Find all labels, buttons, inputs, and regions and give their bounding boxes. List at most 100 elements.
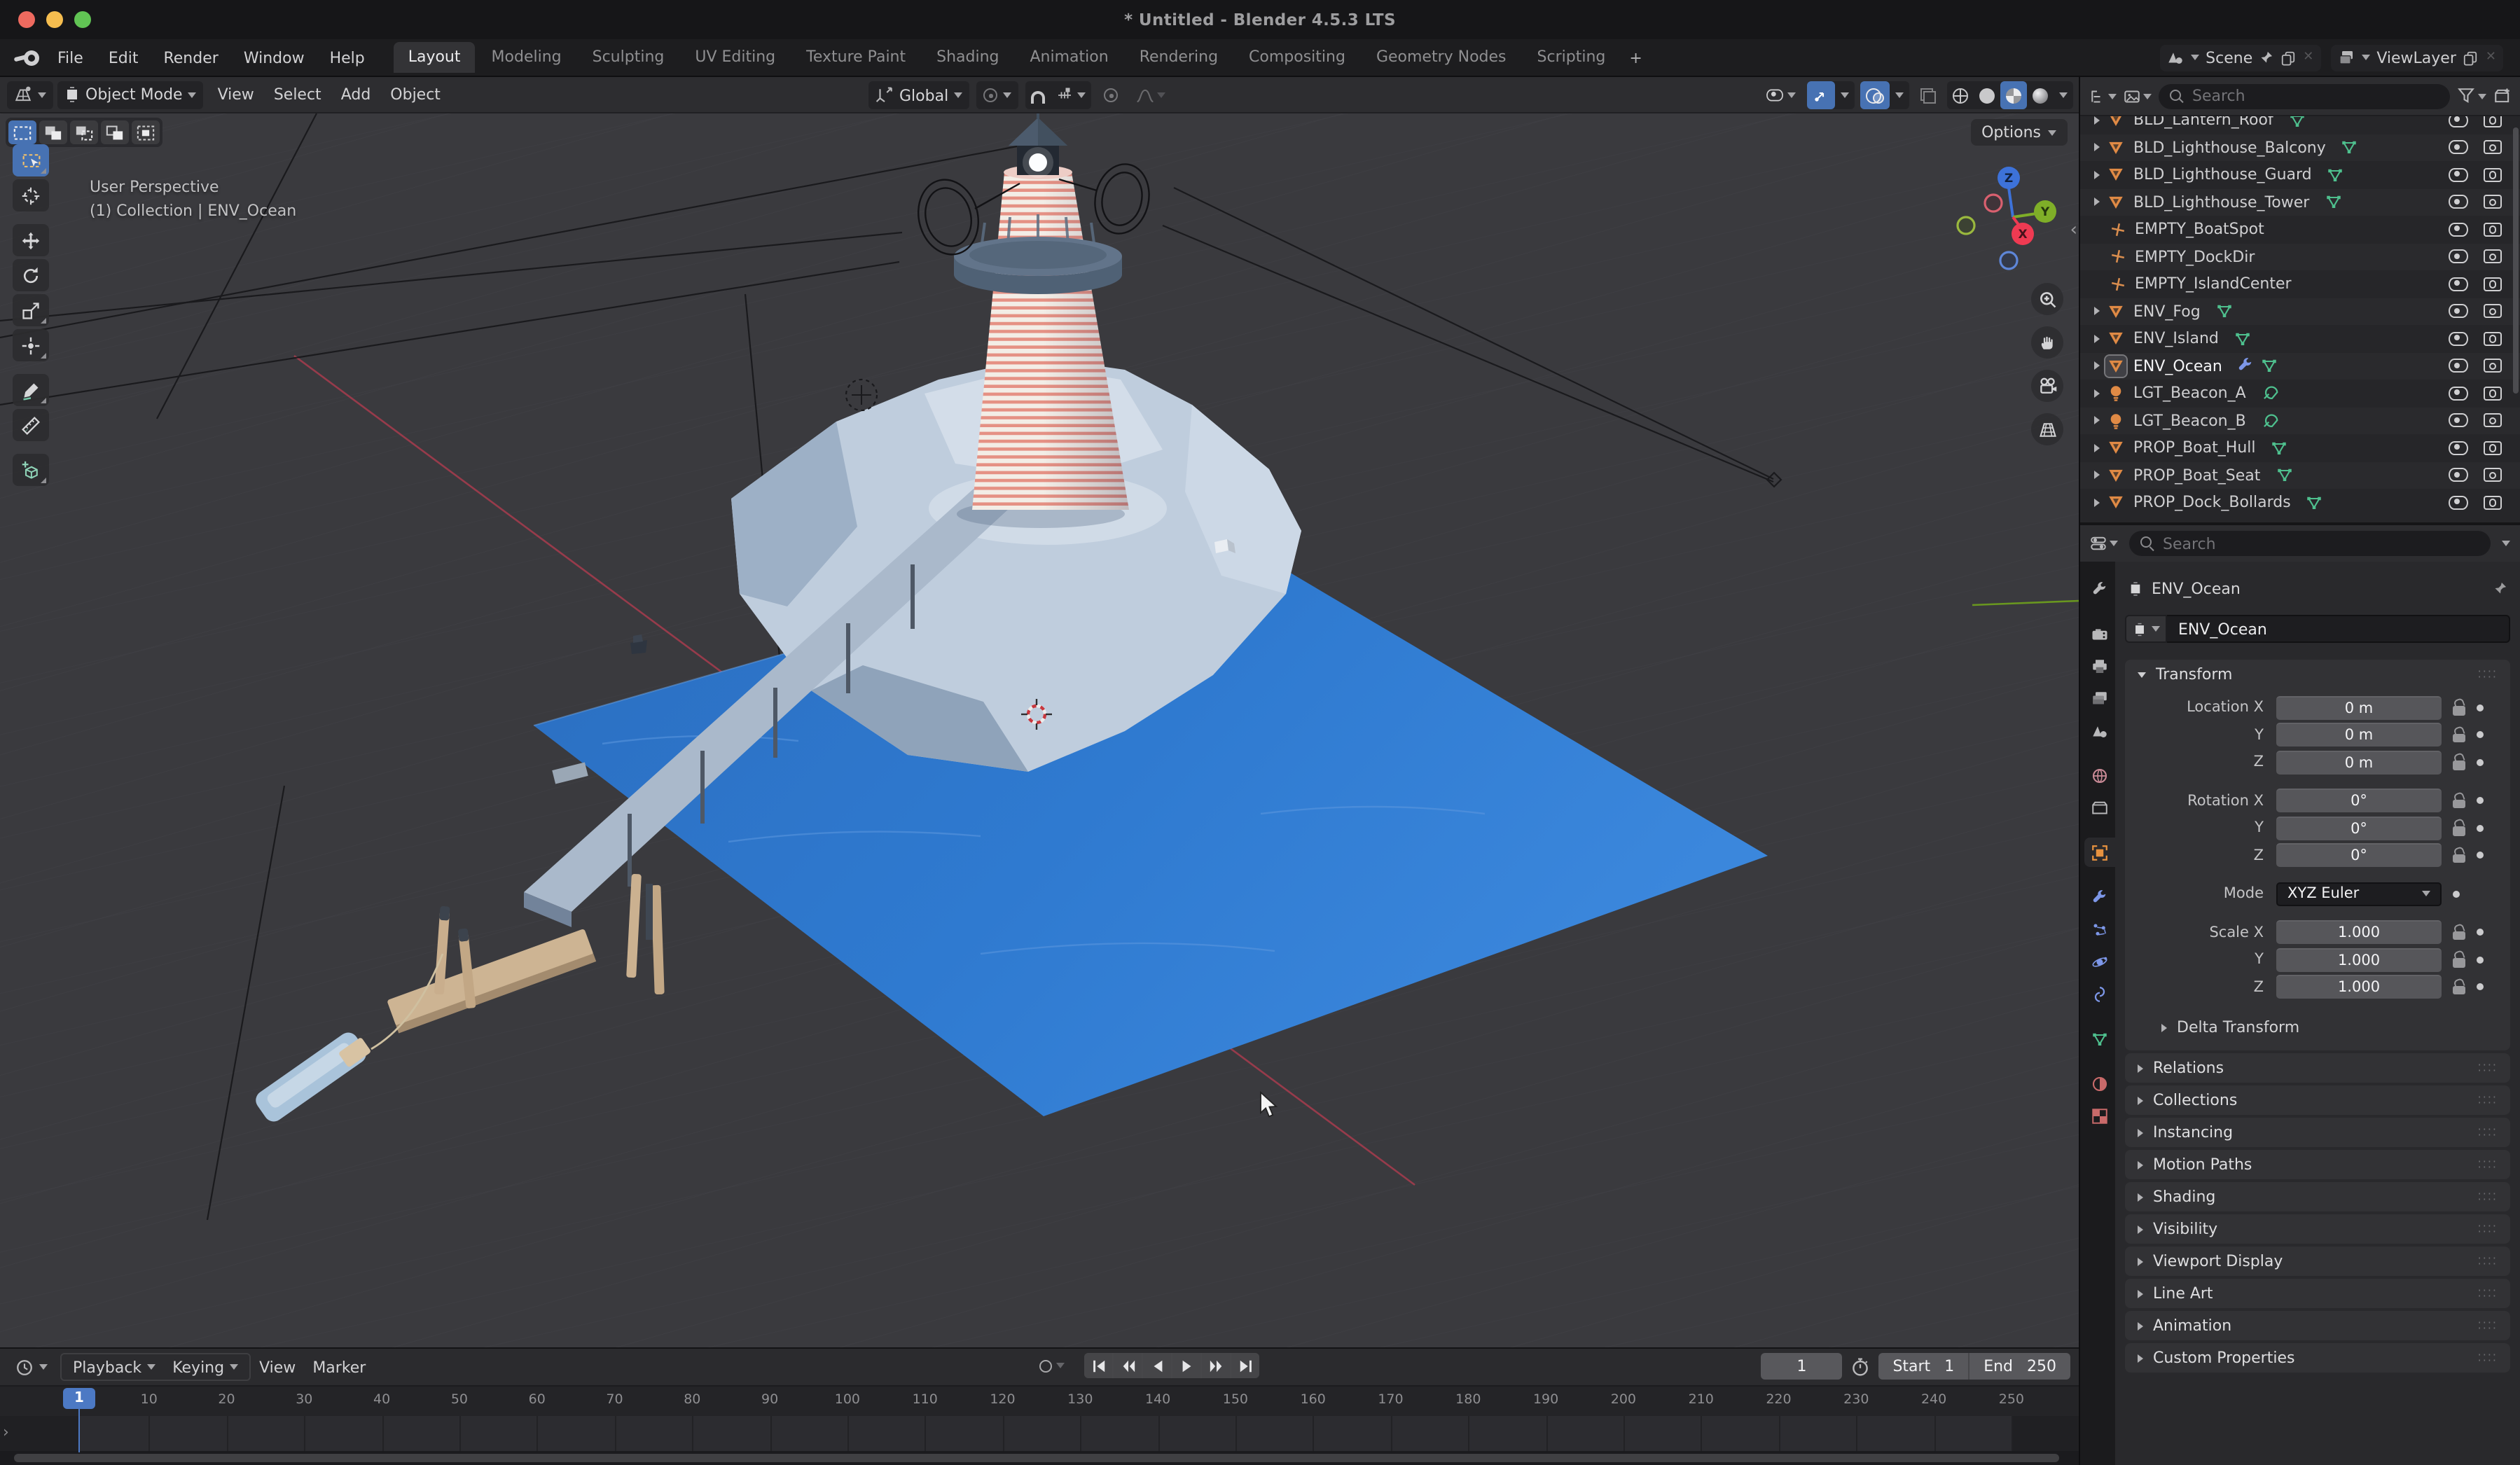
snap-settings-dropdown[interactable] bbox=[1051, 81, 1091, 109]
outliner-item-empty-boatspot[interactable]: EMPTY_BoatSpot bbox=[2080, 216, 2520, 243]
delta-transform-subpanel[interactable]: Delta Transform bbox=[2125, 1013, 2510, 1039]
timeline-menu-view[interactable]: View bbox=[251, 1358, 304, 1376]
panel-animation[interactable]: Animation···· ···· bbox=[2125, 1311, 2510, 1340]
menu-edit[interactable]: Edit bbox=[96, 48, 151, 67]
hide-in-viewport-toggle[interactable] bbox=[2449, 277, 2468, 291]
workspace-tab-layout[interactable]: Layout bbox=[394, 42, 475, 73]
hide-in-viewport-toggle[interactable] bbox=[2449, 250, 2468, 264]
properties-tab-output[interactable] bbox=[2084, 651, 2115, 681]
menu-render[interactable]: Render bbox=[151, 48, 230, 67]
animate-dot-icon[interactable] bbox=[2477, 825, 2484, 832]
expand-icon[interactable] bbox=[2094, 144, 2100, 152]
hide-in-viewport-toggle[interactable] bbox=[2449, 468, 2468, 482]
tool-transform[interactable] bbox=[13, 329, 49, 361]
new-collection-button[interactable] bbox=[2493, 87, 2512, 105]
workspace-tab-modeling[interactable]: Modeling bbox=[478, 42, 576, 73]
expand-icon[interactable] bbox=[2094, 362, 2100, 370]
menu-file[interactable]: File bbox=[45, 48, 96, 67]
tool-rotate[interactable] bbox=[13, 259, 49, 291]
overlays-dropdown[interactable] bbox=[1890, 81, 1909, 109]
minimize-window-button[interactable] bbox=[46, 11, 63, 28]
timeline-ruler[interactable]: 1020304050607080901001101201301401501601… bbox=[0, 1385, 2079, 1416]
disable-in-renders-toggle[interactable] bbox=[2484, 305, 2502, 319]
animate-dot-icon[interactable] bbox=[2477, 957, 2484, 964]
expand-icon[interactable] bbox=[2094, 335, 2100, 343]
shading-rendered-button[interactable] bbox=[2027, 81, 2054, 109]
timeline-menu-marker[interactable]: Marker bbox=[304, 1358, 374, 1376]
maximize-window-button[interactable] bbox=[74, 11, 91, 28]
disable-in-renders-toggle[interactable] bbox=[2484, 332, 2502, 346]
shading-material-button[interactable] bbox=[2000, 81, 2027, 109]
options-button[interactable]: Options bbox=[1970, 119, 2068, 146]
animate-dot-icon[interactable] bbox=[2477, 759, 2484, 766]
expand-icon[interactable] bbox=[2094, 389, 2100, 398]
properties-tab-object-data[interactable] bbox=[2084, 1024, 2115, 1053]
disable-in-renders-toggle[interactable] bbox=[2484, 441, 2502, 455]
workspace-tab-uv-editing[interactable]: UV Editing bbox=[681, 42, 789, 73]
tool-cursor[interactable] bbox=[13, 179, 49, 211]
outliner-scrollbar[interactable] bbox=[2513, 127, 2519, 394]
menu-help[interactable]: Help bbox=[317, 48, 378, 67]
outliner-item-env-fog[interactable]: ENV_Fog bbox=[2080, 298, 2520, 325]
shading-dropdown[interactable] bbox=[2054, 81, 2073, 109]
disable-in-renders-toggle[interactable] bbox=[2484, 168, 2502, 182]
tool-scale[interactable] bbox=[13, 294, 49, 326]
properties-editor-type-button[interactable] bbox=[2090, 535, 2118, 552]
prev-key-button[interactable] bbox=[1114, 1353, 1142, 1378]
outliner-item-bld-lighthouse-tower[interactable]: BLD_Lighthouse_Tower bbox=[2080, 188, 2520, 216]
tool-add-cube[interactable] bbox=[13, 454, 49, 486]
workspace-tab-scripting[interactable]: Scripting bbox=[1523, 42, 1620, 73]
expand-icon[interactable] bbox=[2094, 116, 2100, 125]
properties-options-icon[interactable] bbox=[2502, 541, 2510, 546]
viewport-menu-view[interactable]: View bbox=[208, 85, 264, 104]
value-field[interactable]: 1.000 bbox=[2276, 948, 2442, 972]
xray-toggle[interactable] bbox=[1915, 81, 1941, 109]
disable-in-renders-toggle[interactable] bbox=[2484, 223, 2502, 237]
auto-record-button[interactable] bbox=[1039, 1359, 1065, 1372]
window-controls[interactable] bbox=[18, 11, 91, 28]
animate-dot-icon[interactable] bbox=[2477, 929, 2484, 936]
disable-in-renders-toggle[interactable] bbox=[2484, 277, 2502, 291]
object-visibility-dropdown[interactable] bbox=[1759, 81, 1801, 109]
lock-icon[interactable] bbox=[2453, 958, 2465, 967]
timeline-editor-type-button[interactable] bbox=[8, 1353, 55, 1381]
properties-tab-tool[interactable] bbox=[2084, 574, 2115, 604]
skip-first-button[interactable] bbox=[1084, 1353, 1112, 1378]
properties-tab-object[interactable] bbox=[2084, 838, 2115, 867]
workspace-tab-shading[interactable]: Shading bbox=[922, 42, 1013, 73]
properties-tab-collection[interactable] bbox=[2084, 793, 2115, 822]
frame-start-field[interactable]: Start1 bbox=[1878, 1357, 1968, 1375]
outliner-item-empty-dockdir[interactable]: EMPTY_DockDir bbox=[2080, 243, 2520, 270]
value-field[interactable]: 1.000 bbox=[2276, 921, 2442, 945]
outliner-item-env-ocean[interactable]: ENV_Ocean bbox=[2080, 352, 2520, 380]
viewport-menu-select[interactable]: Select bbox=[264, 85, 331, 104]
panel-custom-properties[interactable]: Custom Properties···· ···· bbox=[2125, 1343, 2510, 1373]
hide-in-viewport-toggle[interactable] bbox=[2449, 168, 2468, 182]
viewport-menu-add[interactable]: Add bbox=[331, 85, 381, 104]
select-mode-new[interactable] bbox=[8, 120, 36, 144]
properties-search-input[interactable]: Search bbox=[2129, 531, 2491, 556]
tool-move[interactable] bbox=[13, 224, 49, 256]
object-id-icon[interactable] bbox=[2125, 615, 2167, 643]
sidebar-collapse-icon[interactable]: ‹ bbox=[2070, 220, 2077, 241]
next-key-button[interactable] bbox=[1202, 1353, 1230, 1378]
tool-measure[interactable] bbox=[13, 409, 49, 441]
outliner-item-lgt-beacon-b[interactable]: LGT_Beacon_B bbox=[2080, 407, 2520, 434]
disable-in-renders-toggle[interactable] bbox=[2484, 116, 2502, 127]
lock-icon[interactable] bbox=[2453, 733, 2465, 742]
hide-in-viewport-toggle[interactable] bbox=[2449, 359, 2468, 373]
rotation-mode-dropdown[interactable]: XYZ Euler bbox=[2276, 882, 2442, 906]
hide-in-viewport-toggle[interactable] bbox=[2449, 305, 2468, 319]
scrollbar-handle[interactable] bbox=[14, 1454, 2059, 1462]
hide-in-viewport-toggle[interactable] bbox=[2449, 141, 2468, 155]
mode-dropdown[interactable]: Object Mode bbox=[57, 81, 204, 109]
editor-type-button[interactable] bbox=[7, 81, 53, 109]
lock-icon[interactable] bbox=[2453, 854, 2465, 863]
expand-icon[interactable] bbox=[2094, 499, 2100, 507]
blender-logo-icon[interactable] bbox=[14, 48, 39, 67]
current-frame-badge[interactable]: 1 bbox=[63, 1388, 95, 1409]
object-name-field[interactable]: ENV_Ocean bbox=[2167, 615, 2510, 643]
disable-in-renders-toggle[interactable] bbox=[2484, 359, 2502, 373]
workspace-tab-texture-paint[interactable]: Texture Paint bbox=[792, 42, 920, 73]
properties-tab-world[interactable] bbox=[2084, 761, 2115, 790]
